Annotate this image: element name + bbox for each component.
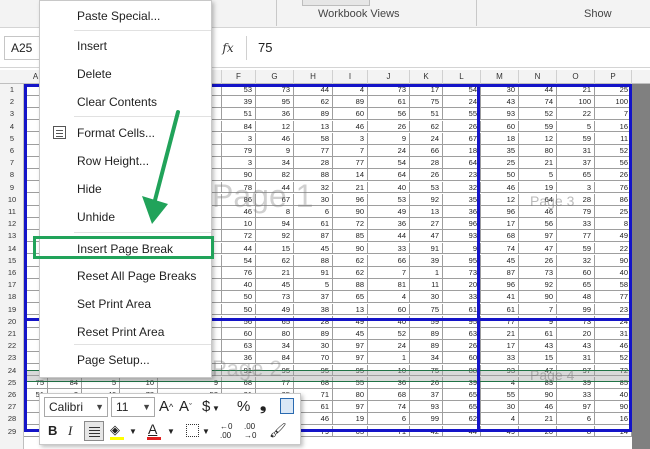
row-header[interactable]: 8 [0,169,24,181]
increase-decimal-icon[interactable]: ←0.00 [220,422,232,440]
row-header[interactable]: 12 [0,218,24,230]
row-header[interactable]: 23 [0,352,24,364]
row-header[interactable]: 24 [0,365,24,377]
column-header[interactable]: G [256,70,294,84]
row-header[interactable]: 29 [0,426,24,438]
decrease-decimal-icon[interactable]: .00 →0 [244,422,256,440]
page-2-watermark: Page 2 [212,356,282,381]
column-header[interactable]: H [294,70,333,84]
menu-item-insert[interactable]: Insert [40,34,211,58]
row-header[interactable]: 15 [0,255,24,267]
outside-print-area [632,84,650,449]
column-header[interactable]: J [368,70,410,84]
percent-button[interactable]: % [237,397,250,417]
menu-item-delete[interactable]: Delete [40,62,211,86]
menu-separator [74,232,211,233]
ribbon-divider [276,0,277,26]
font-color-icon[interactable]: A [148,419,157,439]
chevron-down-icon: ▼ [95,402,104,412]
row-header[interactable]: 14 [0,243,24,255]
font-size-value: 11 [116,400,129,414]
borders-icon[interactable] [186,424,199,437]
row-header[interactable]: 5 [0,133,24,145]
row-header[interactable]: 4 [0,121,24,133]
align-button[interactable] [84,421,104,441]
column-header[interactable]: K [410,70,443,84]
column-header[interactable]: I [333,70,368,84]
row-header[interactable]: 13 [0,230,24,242]
row-header[interactable]: 16 [0,267,24,279]
ribbon-divider [476,0,477,26]
chevron-down-icon[interactable]: ▼ [212,399,220,419]
ribbon-group-workbook-views: Workbook Views [318,8,400,20]
font-size-dropdown[interactable]: 11 ▼ [111,397,155,417]
name-box[interactable]: A25 [4,36,40,60]
column-header[interactable]: F [222,70,256,84]
chevron-down-icon: ▼ [142,402,151,412]
menu-separator [74,344,211,345]
comma-style-button[interactable]: ❟ [260,396,266,416]
menu-item-paste-special[interactable]: Paste Special... [40,4,211,28]
menu-item-hide[interactable]: Hide [40,177,211,201]
italic-button[interactable]: I [68,421,72,441]
currency-button[interactable]: $ [202,397,210,417]
column-header[interactable]: N [519,70,557,84]
column-header[interactable]: O [557,70,595,84]
page-3-watermark: Page 3 [530,193,575,209]
ribbon-button-stub[interactable] [302,0,370,6]
shrink-font-button[interactable]: Aˇ [179,397,192,417]
column-header[interactable]: L [443,70,481,84]
row-header[interactable]: 1 [0,84,24,96]
fill-color-swatch [110,437,124,440]
font-name-value: Calibri [49,400,84,414]
menu-item-set-print-area[interactable]: Set Print Area [40,292,211,316]
chevron-down-icon[interactable]: ▼ [129,422,137,442]
format-table-icon[interactable] [280,398,294,414]
row-header[interactable]: 2 [0,96,24,108]
row-header[interactable]: 25 [0,377,24,389]
row-header[interactable]: 20 [0,316,24,328]
column-header[interactable]: P [595,70,632,84]
row-header[interactable]: 7 [0,157,24,169]
formula-input[interactable]: 75 [258,38,638,58]
row-header[interactable]: 18 [0,291,24,303]
grow-font-button[interactable]: A^ [159,397,173,417]
font-color-swatch [147,437,161,440]
bold-button[interactable]: B [48,421,57,441]
ribbon-group-show: Show [584,8,612,20]
row-header[interactable]: 10 [0,194,24,206]
menu-item-clear-contents[interactable]: Clear Contents [40,90,211,114]
row-header[interactable]: 3 [0,108,24,120]
menu-item-row-height[interactable]: Row Height... [40,149,211,173]
menu-item-unhide[interactable]: Unhide [40,205,211,229]
annotation-arrow-icon [142,110,180,224]
chevron-down-icon[interactable]: ▼ [202,422,210,442]
page-4-watermark: Page 4 [530,367,575,383]
row-header[interactable]: 22 [0,340,24,352]
row-header[interactable]: 6 [0,145,24,157]
row-header[interactable]: 19 [0,304,24,316]
format-cells-icon [53,126,66,139]
menu-item-reset-all-page-breaks[interactable]: Reset All Page Breaks [40,264,211,288]
menu-separator [74,30,211,31]
row-header[interactable]: 21 [0,328,24,340]
mini-toolbar: Calibri ▼ 11 ▼ A^ Aˇ $ ▼ % ❟ B I ◈ ▼ A ▼… [39,393,301,445]
row-header[interactable]: 26 [0,389,24,401]
row-header[interactable]: 11 [0,206,24,218]
column-header[interactable]: M [481,70,519,84]
menu-item-reset-print-area[interactable]: Reset Print Area [40,320,211,344]
row-header[interactable]: 27 [0,401,24,413]
row-header[interactable]: 28 [0,413,24,425]
insert-page-break-highlight [33,236,214,259]
context-menu: Paste Special... Insert Delete Clear Conten… [39,0,212,378]
page-1-watermark: Page 1 [212,178,314,214]
chevron-down-icon[interactable]: ▼ [167,422,175,442]
format-painter-icon[interactable]: 🖌 [269,420,287,440]
menu-item-page-setup[interactable]: Page Setup... [40,348,211,372]
formula-bar-divider [246,36,247,60]
row-header[interactable]: 17 [0,279,24,291]
insert-function-icon[interactable]: fx [216,38,240,58]
row-header[interactable]: 9 [0,182,24,194]
font-name-dropdown[interactable]: Calibri ▼ [44,397,108,417]
